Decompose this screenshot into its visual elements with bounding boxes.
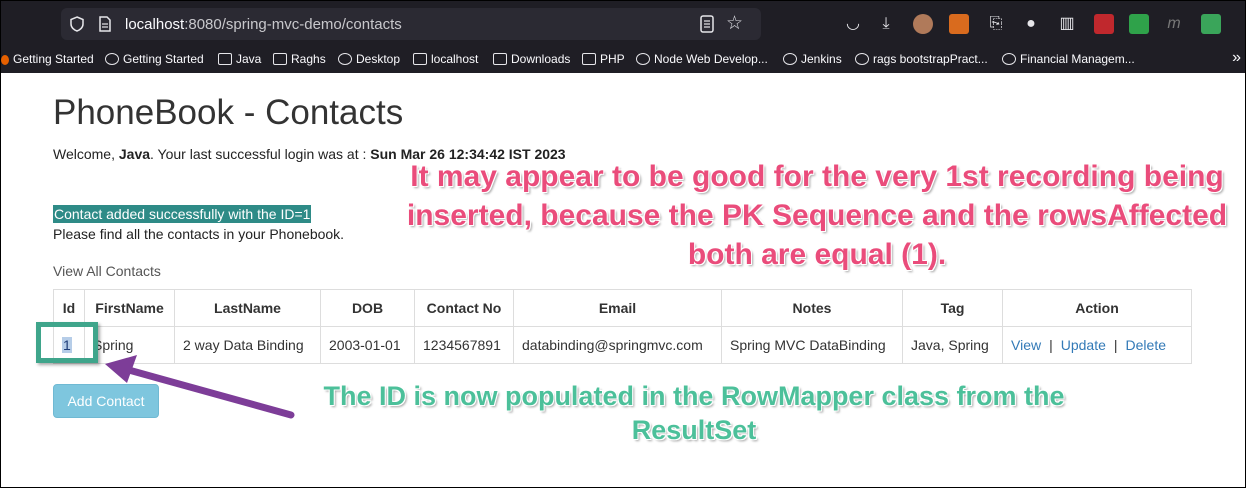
annotation-green-text: The ID is now populated in the RowMapper… xyxy=(323,381,1065,445)
bookmark-downloads[interactable]: Downloads xyxy=(493,51,570,67)
cell-firstname: Spring xyxy=(84,326,175,364)
folder-icon xyxy=(582,53,596,65)
column-header-dob: DOB xyxy=(320,289,415,327)
cell-actions: View | Update | Delete xyxy=(1002,326,1192,364)
bookmark-getting-started-2[interactable]: Getting Started xyxy=(105,51,204,67)
cell-lastname: 2 way Data Binding xyxy=(174,326,321,364)
folder-icon xyxy=(413,53,427,65)
pocket-icon[interactable]: ◡ xyxy=(843,14,863,34)
bookmark-node-web[interactable]: Node Web Develop... xyxy=(636,51,768,67)
screenshot-frame: localhost:8080/spring-mvc-demo/contacts … xyxy=(0,0,1246,488)
action-separator: | xyxy=(1049,337,1053,353)
view-all-contacts-link[interactable]: View All Contacts xyxy=(53,263,161,279)
column-header-id: Id xyxy=(53,289,85,327)
annotation-pink-text: It may appear to be good for the very 1s… xyxy=(406,160,1228,271)
extension-puzzle-icon[interactable]: ● xyxy=(1021,14,1041,34)
bookmark-php[interactable]: PHP xyxy=(582,51,625,67)
extension-red-icon[interactable] xyxy=(1094,14,1114,34)
update-link[interactable]: Update xyxy=(1061,337,1106,353)
table-row: 1 Spring 2 way Data Binding 2003-01-01 1… xyxy=(53,326,1192,364)
globe-icon xyxy=(636,53,650,65)
page-content: PhoneBook - Contacts Welcome, Java. Your… xyxy=(1,73,1245,487)
column-header-email: Email xyxy=(513,289,722,327)
contacts-table: Id FirstName LastName DOB Contact No Ema… xyxy=(53,289,1192,364)
column-header-contact-no: Contact No xyxy=(414,289,514,327)
bookmarks-toolbar: Getting Started Getting Started Java Rag… xyxy=(1,46,1245,72)
bookmark-jenkins[interactable]: Jenkins xyxy=(783,51,842,67)
cell-email: databinding@springmvc.com xyxy=(513,326,722,364)
globe-icon xyxy=(1002,53,1016,65)
folder-icon xyxy=(218,53,232,65)
extension-green-icon[interactable] xyxy=(1129,14,1149,34)
column-header-lastname: LastName xyxy=(174,289,321,327)
cell-dob: 2003-01-01 xyxy=(320,326,415,364)
firefox-icon xyxy=(1,55,9,65)
bookmark-rags-bootstrap[interactable]: rags bootstrapPract... xyxy=(855,51,988,67)
bookmark-star-icon[interactable]: ☆ xyxy=(726,14,743,33)
extension-green2-icon[interactable] xyxy=(1201,14,1221,34)
cell-tag: Java, Spring xyxy=(902,326,1003,364)
shield-icon[interactable] xyxy=(69,16,85,32)
view-link[interactable]: View xyxy=(1011,337,1041,353)
column-header-notes: Notes xyxy=(721,289,903,327)
cell-contact-no: 1234567891 xyxy=(414,326,514,364)
url-host: localhost xyxy=(125,16,185,33)
globe-icon xyxy=(105,53,119,65)
globe-icon xyxy=(338,53,352,65)
reader-view-icon[interactable] xyxy=(699,15,715,33)
bookmark-financial[interactable]: Financial Managem... xyxy=(1002,51,1135,67)
library-icon[interactable]: ▥ xyxy=(1057,14,1077,34)
column-header-action: Action xyxy=(1002,289,1192,327)
folder-icon xyxy=(273,53,287,65)
success-message: Contact added successfully with the ID=1 xyxy=(53,205,312,223)
globe-icon xyxy=(855,53,869,65)
folder-icon xyxy=(493,53,507,65)
table-header-row: Id FirstName LastName DOB Contact No Ema… xyxy=(53,289,1192,327)
browser-toolbar: localhost:8080/spring-mvc-demo/contacts … xyxy=(1,1,1245,73)
clipboard-icon[interactable]: ⎘ xyxy=(986,14,1006,34)
info-message: Please find all the contacts in your Pho… xyxy=(53,226,345,242)
action-separator: | xyxy=(1113,337,1118,353)
url-text[interactable]: localhost:8080/spring-mvc-demo/contacts xyxy=(125,16,402,33)
bookmark-java[interactable]: Java xyxy=(218,51,261,67)
extension-orange-icon[interactable] xyxy=(949,14,969,34)
page-title: PhoneBook - Contacts xyxy=(53,93,404,132)
page-info-icon[interactable] xyxy=(97,16,113,32)
more-bookmarks-button[interactable]: » xyxy=(1232,48,1241,68)
bookmark-getting-started-1[interactable]: Getting Started xyxy=(1,51,94,67)
cell-notes: Spring MVC DataBinding xyxy=(721,326,903,364)
extension-m-icon[interactable]: m xyxy=(1164,14,1184,34)
download-icon[interactable]: ⤓ xyxy=(876,14,896,34)
globe-icon xyxy=(783,53,797,65)
bookmark-raghs[interactable]: Raghs xyxy=(273,51,326,67)
welcome-user: Java xyxy=(118,146,151,162)
delete-link[interactable]: Delete xyxy=(1126,337,1166,353)
bookmark-desktop[interactable]: Desktop xyxy=(338,51,400,67)
add-contact-button[interactable]: Add Contact xyxy=(53,384,159,418)
column-header-tag: Tag xyxy=(902,289,1003,327)
id-highlight-box xyxy=(36,322,98,363)
avatar-icon[interactable] xyxy=(913,14,933,34)
url-path: :8080/spring-mvc-demo/contacts xyxy=(184,16,402,33)
bookmark-localhost[interactable]: localhost xyxy=(413,51,478,67)
column-header-firstname: FirstName xyxy=(84,289,175,327)
